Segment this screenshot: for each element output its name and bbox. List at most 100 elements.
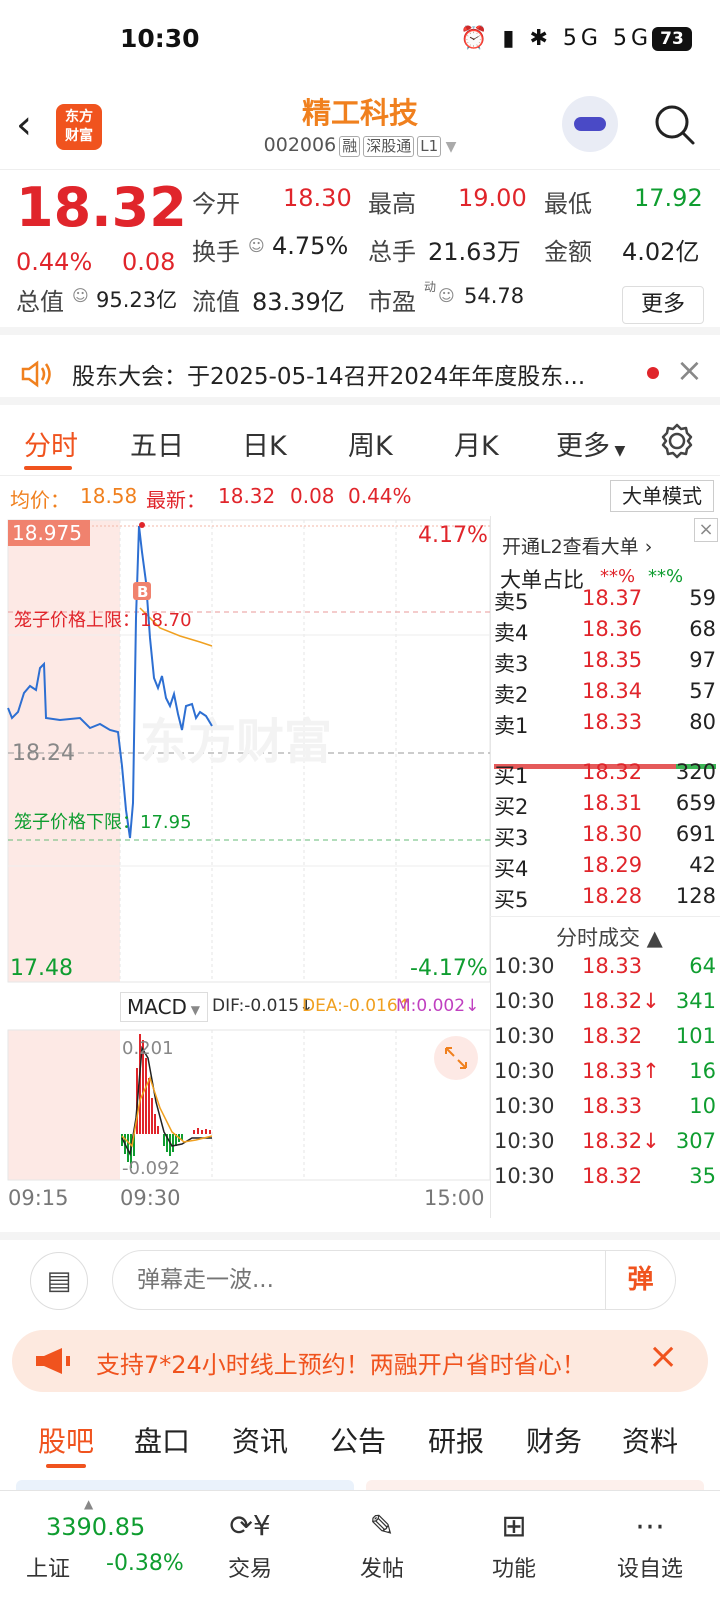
trade-price: 18.32 bbox=[582, 1164, 643, 1188]
index-name[interactable]: 上证 bbox=[26, 1551, 70, 1583]
volume-label: 总手 bbox=[368, 238, 416, 266]
trade-volume: 10 bbox=[689, 1094, 716, 1118]
nav-post[interactable]: ✎ 发帖 bbox=[332, 1509, 432, 1583]
tab-research[interactable]: 研报 bbox=[428, 1420, 484, 1460]
index-value[interactable]: 3390.85 bbox=[46, 1513, 145, 1541]
tab-daily-k[interactable]: 日K bbox=[242, 424, 287, 463]
tag-margin: 融 bbox=[339, 136, 361, 157]
trade-time: 10:30 bbox=[494, 1094, 555, 1118]
trades-toggle[interactable]: 分时成交 ▲ bbox=[556, 922, 663, 952]
level-price: 18.35 bbox=[582, 648, 643, 672]
l2-upgrade-link[interactable]: 开通L2查看大单 › bbox=[502, 532, 652, 559]
last-change: 0.08 bbox=[290, 484, 335, 508]
tab-news[interactable]: 资讯 bbox=[232, 1420, 288, 1460]
notice-bar[interactable]: 股东大会：于2025-05-14召开2024年年度股东... × bbox=[0, 343, 720, 405]
sell-level-row[interactable]: 卖3 18.35 97 bbox=[490, 648, 716, 680]
last-value: 18.32 bbox=[218, 484, 276, 508]
danmu-input[interactable] bbox=[112, 1250, 606, 1310]
nav-functions[interactable]: ⊞ 功能 bbox=[464, 1509, 564, 1583]
tag-connect: 深股通 bbox=[363, 136, 415, 157]
buy-level-row[interactable]: 买3 18.30 691 bbox=[490, 822, 716, 854]
status-icons: ⏰ ▮ ✱ 5G 5G bbox=[460, 26, 652, 51]
sell-level-row[interactable]: 卖5 18.37 59 bbox=[490, 586, 716, 618]
amount-value: 4.02亿 bbox=[622, 238, 700, 266]
macd-dif: DIF:-0.015↓ bbox=[212, 996, 314, 1016]
big-order-mode-button[interactable]: 大单模式 bbox=[610, 480, 714, 512]
danmu-settings-icon[interactable]: ▤ bbox=[30, 1252, 88, 1310]
tab-more[interactable]: 更多 ▼ bbox=[556, 424, 625, 463]
intraday-chart[interactable]: 东方财富 B 18.975 4.17% 18.24 17.48 -4.17% 笼… bbox=[0, 518, 491, 988]
buy-level-row[interactable]: 买1 18.32 320 bbox=[490, 760, 716, 792]
close-icon[interactable]: × bbox=[676, 351, 703, 389]
sell-level-row[interactable]: 卖4 18.36 68 bbox=[490, 617, 716, 649]
buy-level-row[interactable]: 买4 18.29 42 bbox=[490, 853, 716, 885]
macd-header: MACD ▼ DIF:-0.015↓ DEA:-0.016↑ M:0.002↓ bbox=[0, 990, 490, 1024]
trade-time: 10:30 bbox=[494, 989, 555, 1013]
close-icon[interactable]: × bbox=[648, 1336, 678, 1377]
tab-more-label: 更多 bbox=[556, 431, 610, 462]
info-icon[interactable]: ☺ bbox=[438, 286, 455, 305]
nav-watchlist-label: 设自选 bbox=[616, 1557, 683, 1582]
macd-chart[interactable]: 0.201 -0.092 bbox=[0, 1028, 491, 1184]
tab-forum[interactable]: 股吧 bbox=[38, 1420, 94, 1460]
pe-dynamic-mark: 动 bbox=[424, 280, 437, 294]
price-info-line: 均价： 18.58 最新： 18.32 0.08 0.44% 大单模式 bbox=[0, 480, 720, 514]
level-volume: 691 bbox=[675, 822, 716, 846]
chevron-down-icon: ▼ bbox=[441, 139, 457, 155]
level-price: 18.30 bbox=[582, 822, 643, 846]
assistant-robot-icon[interactable] bbox=[562, 96, 618, 152]
trade-price: 18.32↓ bbox=[582, 1129, 660, 1153]
tab-announcements[interactable]: 公告 bbox=[330, 1420, 386, 1460]
level-price: 18.37 bbox=[582, 586, 643, 610]
close-icon[interactable]: × bbox=[694, 518, 718, 542]
turnover-value: 4.75% bbox=[272, 232, 349, 260]
battery-icon: 73 bbox=[652, 27, 692, 51]
info-icon[interactable]: ☺ bbox=[248, 236, 265, 255]
info-icon[interactable]: ☺ bbox=[72, 286, 89, 305]
sell-level-row[interactable]: 卖2 18.34 57 bbox=[490, 679, 716, 711]
trade-row: 10:30 18.32↓ 307 bbox=[490, 1129, 716, 1161]
dif-line bbox=[121, 1045, 212, 1157]
high-label: 最高 bbox=[368, 190, 416, 218]
level-volume: 80 bbox=[689, 710, 716, 734]
level-label: 买3 bbox=[494, 826, 529, 850]
trade-volume: 101 bbox=[675, 1024, 716, 1048]
trade-row: 10:30 18.33↑ 16 bbox=[490, 1059, 716, 1091]
tab-financials[interactable]: 财务 bbox=[526, 1420, 582, 1460]
tab-intraday[interactable]: 分时 bbox=[24, 424, 78, 463]
tab-weekly-k[interactable]: 周K bbox=[348, 424, 393, 463]
tab-5day[interactable]: 五日 bbox=[130, 424, 184, 463]
trade-row: 10:30 18.33 64 bbox=[490, 954, 716, 986]
promo-banner[interactable]: 支持7*24小时线上预约！两融开户省时省心！ × bbox=[12, 1330, 708, 1392]
index-percent[interactable]: -0.38% bbox=[106, 1551, 184, 1576]
search-icon[interactable] bbox=[652, 102, 696, 146]
mid-price-label: 18.24 bbox=[12, 741, 75, 766]
level-volume: 68 bbox=[689, 617, 716, 641]
buy-level-row[interactable]: 买2 18.31 659 bbox=[490, 791, 716, 823]
chart-tabs: 分时 五日 日K 周K 月K 更多 ▼ bbox=[0, 406, 720, 476]
nav-watchlist[interactable]: ⋯ 设自选 bbox=[600, 1509, 700, 1583]
status-bar: 10:30 ⏰ ▮ ✱ 5G 5G 73 bbox=[0, 0, 720, 84]
tab-profile[interactable]: 资料 bbox=[622, 1420, 678, 1460]
tab-indicator bbox=[24, 466, 72, 470]
buy-level-row[interactable]: 买5 18.28 128 bbox=[490, 884, 716, 916]
tab-orderbook[interactable]: 盘口 bbox=[134, 1420, 190, 1460]
nav-trade[interactable]: ⟳¥ 交易 bbox=[200, 1509, 300, 1583]
level-price: 18.33 bbox=[582, 710, 643, 734]
top-percent-label: 4.17% bbox=[418, 523, 488, 548]
danmu-send-button[interactable]: 弹 bbox=[606, 1250, 676, 1310]
macd-selector[interactable]: MACD ▼ bbox=[120, 992, 208, 1022]
gear-icon[interactable] bbox=[658, 422, 696, 460]
chevron-up-icon[interactable]: ▲ bbox=[84, 1497, 93, 1511]
tab-monthly-k[interactable]: 月K bbox=[454, 424, 499, 463]
mcap-value: 95.23亿 bbox=[96, 288, 178, 312]
tab-indicator bbox=[46, 1464, 86, 1468]
trade-price: 18.33↑ bbox=[582, 1059, 660, 1083]
bottom-percent-label: -4.17% bbox=[410, 956, 488, 981]
sell-level-row[interactable]: 卖1 18.33 80 bbox=[490, 710, 716, 742]
buy-marker-label: B bbox=[137, 583, 148, 601]
more-quote-button[interactable]: 更多 bbox=[622, 286, 704, 324]
float-label: 流值 bbox=[192, 288, 240, 316]
time-open: 09:30 bbox=[120, 1186, 181, 1210]
amount-label: 金额 bbox=[544, 238, 592, 266]
